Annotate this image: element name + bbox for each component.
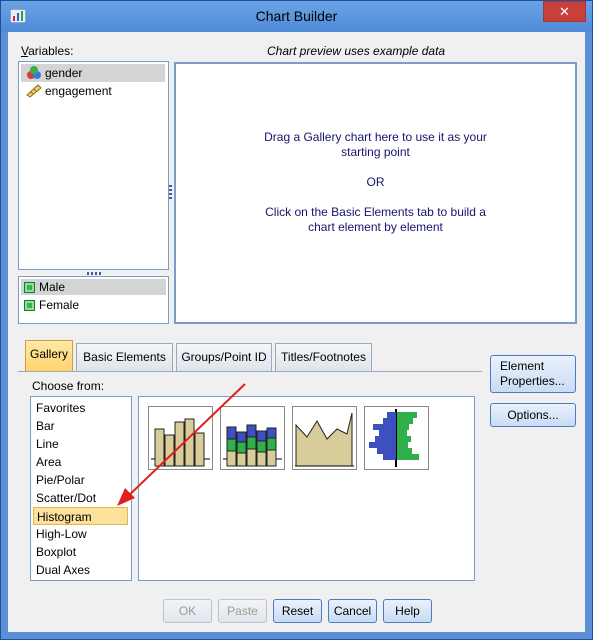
population-pyramid-icon[interactable] [364,406,429,470]
ok-button[interactable]: OK [163,599,212,623]
tab-titles-footnotes[interactable]: Titles/Footnotes [275,343,372,371]
choose-from-label: Choose from: [32,379,105,393]
tab-groups-point-id[interactable]: Groups/Point ID [176,343,272,371]
horizontal-splitter-handle[interactable] [87,272,101,275]
preview-instruction-line: starting point [341,145,410,159]
nominal-variable-icon [27,66,41,79]
gallery-tab-panel: Choose from: Favorites Bar Line Area Pie… [18,371,482,586]
variable-item-gender[interactable]: gender [21,64,165,82]
dialog-body: Variables: Chart preview uses example da… [8,32,585,632]
category-name: Female [39,298,80,312]
variables-label: Variables: [21,44,73,58]
paste-button[interactable]: Paste [218,599,267,623]
preview-instruction-line: Click on the Basic Elements tab to build… [265,205,486,219]
category-name: Male [39,280,66,294]
element-properties-line1: Element [500,359,545,373]
variable-item-engagement[interactable]: engagement [21,82,165,100]
tab-basic-elements[interactable]: Basic Elements [76,343,173,371]
chart-type-high-low[interactable]: High-Low [33,525,128,543]
annotation-arrow [117,383,246,506]
close-button[interactable]: ✕ [543,1,586,22]
scale-variable-icon [26,84,42,98]
help-button[interactable]: Help [383,599,432,623]
reset-button[interactable]: Reset [273,599,322,623]
chart-builder-window: Chart Builder ✕ Variables: Chart preview… [0,0,593,640]
window-title: Chart Builder [255,8,338,24]
category-swatch-icon [24,281,35,293]
frequency-polygon-icon[interactable] [292,406,357,470]
vertical-splitter-handle[interactable] [169,185,172,199]
variable-name: gender [45,66,83,80]
preview-instruction-line: Drag a Gallery chart here to use it as y… [264,130,487,144]
chart-type-boxplot[interactable]: Boxplot [33,543,128,561]
categories-list[interactable]: Male Female [18,276,169,324]
category-item-male[interactable]: Male [21,279,166,295]
category-swatch-icon [24,299,35,311]
variables-label-rest: ariables: [28,44,74,58]
chart-type-dual-axes[interactable]: Dual Axes [33,561,128,579]
title-bar[interactable]: Chart Builder ✕ [1,1,592,32]
element-properties-line2: Properties... [500,374,565,388]
tab-strip: Gallery Basic Elements Groups/Point ID T… [25,340,385,371]
category-item-female[interactable]: Female [21,297,116,313]
options-button[interactable]: Options... [490,403,576,427]
preview-header: Chart preview uses example data [267,44,446,58]
tab-gallery[interactable]: Gallery [25,340,73,371]
element-properties-button[interactable]: Element Properties... [490,355,576,393]
cancel-button[interactable]: Cancel [328,599,377,623]
preview-instruction-line: chart element by element [308,220,443,234]
variables-list[interactable]: gender engagement [18,61,169,270]
preview-or-text: OR [366,175,385,189]
chart-preview-canvas[interactable]: Drag a Gallery chart here to use it as y… [174,62,577,324]
variable-name: engagement [45,84,112,98]
